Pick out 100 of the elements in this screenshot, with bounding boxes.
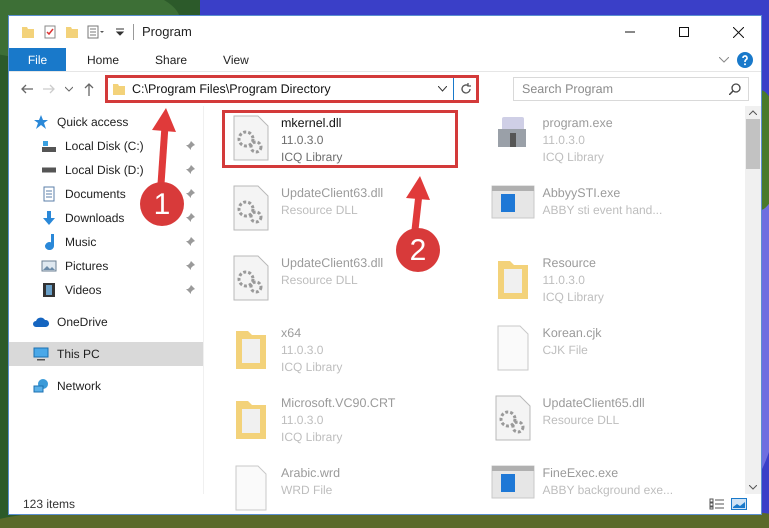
sidebar-label: Documents (65, 186, 126, 203)
file-name: AbbyySTI.exe (542, 185, 622, 202)
gear-document-icon (494, 395, 532, 441)
file-name: x64 (281, 325, 302, 342)
maximize-icon (679, 27, 689, 37)
drive-icon (41, 167, 57, 173)
address-bar[interactable]: C:\Program Files\Program Directory (105, 75, 479, 103)
gear-document-icon (232, 185, 270, 231)
file-detail: 11.0.3.0 (281, 412, 324, 429)
file-name: mkernel.dll (281, 115, 342, 132)
search-icon (729, 83, 741, 95)
address-path: C:\Program Files\Program Directory (132, 80, 332, 98)
help-icon[interactable] (737, 52, 753, 68)
sidebar-item[interactable]: OneDrive (9, 310, 203, 334)
sidebar-item[interactable]: Documents (33, 182, 134, 206)
gear-document-icon (232, 255, 270, 301)
customize-toolbar-icon[interactable] (115, 26, 125, 38)
item-count: 123 items (23, 496, 76, 513)
file-detail: Resource DLL (281, 202, 359, 219)
sidebar-label: Network (57, 378, 102, 395)
sidebar-label: Quick access (57, 114, 128, 131)
sidebar-item[interactable]: Videos (33, 278, 110, 302)
sidebar-label: Local Disk (C:) (65, 138, 144, 155)
expand-ribbon-icon[interactable] (719, 56, 729, 62)
window-title: Program (142, 23, 192, 42)
blank-document-icon (234, 465, 268, 511)
sidebar-item[interactable]: This PC (9, 342, 203, 366)
file-detail: 11.0.3.0 (281, 132, 324, 149)
scrollbar-thumb[interactable] (746, 119, 760, 169)
annotation-arrow (404, 176, 430, 230)
ribbon-tab[interactable]: Share (140, 48, 202, 71)
refresh-icon[interactable] (460, 83, 472, 95)
download-arrow-icon (41, 210, 57, 226)
sidebar-label: Pictures (65, 258, 108, 275)
sidebar-label: This PC (57, 346, 100, 363)
file-tile[interactable]: mkernel.dll 11.0.3.0 ICQ Library (222, 110, 458, 168)
sidebar-label: Videos (65, 282, 102, 299)
sidebar-item[interactable]: Downloads (33, 206, 132, 230)
search-field[interactable]: Search Program (513, 77, 749, 101)
sidebar-item[interactable]: Pictures (33, 254, 116, 278)
sidebar-item[interactable]: Quick access (9, 110, 203, 134)
file-name: Korean.cjk (542, 325, 602, 342)
sidebar-label: Music (65, 234, 96, 251)
ribbon-tab[interactable]: Home (72, 48, 134, 71)
properties-icon[interactable] (43, 25, 57, 39)
file-name: Microsoft.VC90.CRT (281, 395, 396, 412)
scroll-up-icon[interactable] (749, 110, 757, 115)
scroll-down-icon[interactable] (749, 485, 757, 490)
file-detail: ICQ Library (542, 289, 604, 306)
file-detail: WRD File (281, 482, 334, 499)
file-detail: 11.0.3.0 (281, 342, 324, 359)
sidebar-label: OneDrive (57, 314, 108, 331)
scrollbar[interactable] (745, 106, 761, 494)
star-icon (33, 114, 49, 130)
sidebar-label: Downloads (65, 210, 124, 227)
folder-icon (112, 82, 126, 96)
file-detail: ICQ Library (281, 429, 344, 446)
file-detail: Resource DLL (542, 412, 620, 429)
music-note-icon (44, 234, 54, 250)
details-view-icon[interactable] (709, 498, 725, 510)
file-detail: ICQ Library (542, 149, 605, 166)
file-detail: ABBY sti event hand... (542, 202, 662, 219)
file-detail: Resource DLL (281, 272, 359, 289)
close-icon (732, 26, 744, 38)
dropdown-caret-icon[interactable] (438, 86, 447, 92)
document-icon (41, 186, 57, 202)
blank-document-icon (496, 325, 530, 371)
film-icon (41, 282, 57, 298)
ribbon-tab[interactable]: File (9, 48, 66, 71)
large-icons-view-icon[interactable] (731, 498, 747, 510)
ribbon-tab[interactable]: View (208, 48, 264, 71)
sidebar-item[interactable]: Local Disk (C:) (33, 134, 152, 158)
file-detail: CJK File (542, 342, 589, 359)
sidebar-label: Local Disk (D:) (65, 162, 144, 179)
file-name: Resource (542, 255, 597, 272)
recent-locations-icon[interactable] (65, 86, 73, 92)
drive-icon (41, 138, 57, 154)
file-detail: ABBY background exe... (542, 482, 674, 499)
monitor-icon (33, 346, 49, 362)
file-name: UpdateClient63.dll (281, 185, 384, 202)
back-arrow-icon[interactable] (21, 83, 33, 95)
file-name: FineExec.exe (542, 465, 620, 482)
file-detail: 11.0.3.0 (542, 272, 586, 289)
pictures-icon (41, 258, 57, 274)
file-name: UpdateClient65.dll (542, 395, 645, 412)
sidebar-item[interactable]: Network (9, 374, 203, 398)
sidebar-item[interactable]: Music (33, 230, 104, 254)
file-detail: ICQ Library (281, 149, 342, 166)
gear-document-icon (232, 115, 270, 161)
up-arrow-icon[interactable] (83, 82, 95, 96)
file-name: Arabic.wrd (281, 465, 340, 482)
minimize-icon (625, 31, 635, 33)
application-window-icon (490, 185, 534, 219)
sidebar-item[interactable]: Local Disk (D:) (33, 158, 152, 182)
file-detail: 11.0.3.0 (542, 132, 586, 149)
file-name: program.exe (542, 115, 613, 132)
view-options-icon[interactable] (87, 25, 107, 39)
file-detail: ICQ Library (281, 359, 342, 376)
application-window-icon (490, 465, 534, 499)
network-icon (33, 378, 49, 394)
